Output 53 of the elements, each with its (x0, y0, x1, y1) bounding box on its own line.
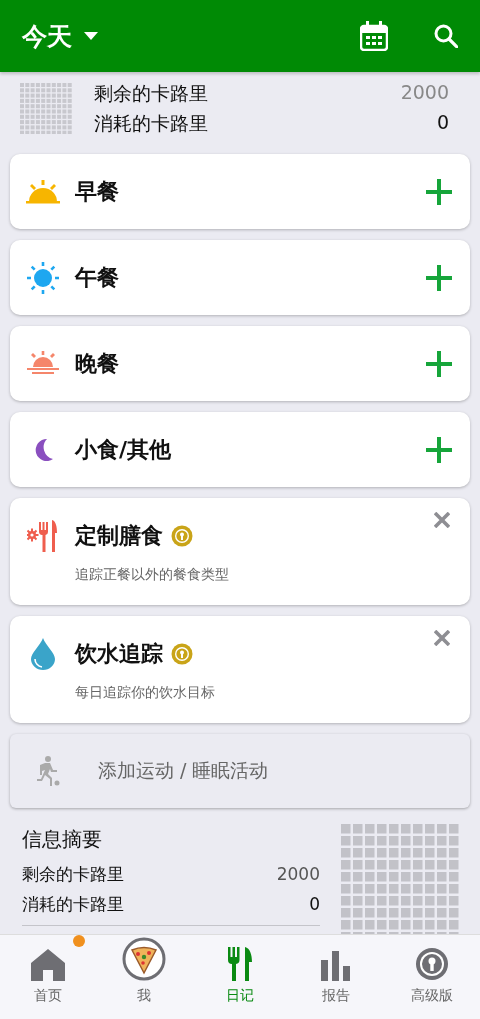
nav-tab[interactable]: 首页 (0, 935, 96, 1019)
dropdown-caret-icon[interactable] (84, 32, 98, 40)
feature-card[interactable]: 定制膳食 追踪正餐以外的餐食类型 (10, 498, 470, 605)
meal-card[interactable]: 早餐 (10, 154, 470, 229)
water-drop-icon (31, 638, 55, 670)
add-icon[interactable] (426, 350, 452, 377)
close-icon[interactable] (434, 630, 450, 646)
sun-icon (27, 261, 59, 294)
placeholder-grid-icon (341, 824, 459, 934)
meal-card[interactable]: 小食/其他 (10, 412, 470, 487)
search-icon[interactable] (434, 24, 458, 48)
sunrise-icon (26, 179, 60, 204)
summary-value: 2000 (276, 864, 320, 884)
feature-description: 每日追踪你的饮水目标 (75, 684, 216, 702)
calorie-label: 剩余的卡路里 (93, 80, 208, 106)
premium-lock-icon (415, 947, 449, 981)
cutlery-icon (228, 947, 252, 981)
meal-name: 早餐 (75, 177, 119, 206)
feature-card[interactable]: 饮水追踪 每日追踪你的饮水目标 (10, 616, 470, 723)
date-title[interactable]: 今天 (22, 19, 72, 53)
meal-name: 午餐 (75, 263, 119, 292)
summary-value: 0 (309, 894, 320, 914)
nav-tab[interactable]: 日记 (192, 935, 288, 1019)
sunset-icon (27, 350, 59, 377)
summary-label: 消耗的卡路里 (22, 892, 124, 916)
summary-title: 信息摘要 (22, 826, 103, 853)
close-icon[interactable] (434, 512, 450, 528)
running-person-icon (36, 756, 60, 786)
bar-chart-icon (321, 951, 351, 981)
calorie-value: 2000 (400, 80, 449, 105)
home-icon (31, 949, 65, 981)
add-icon[interactable] (426, 264, 452, 291)
feature-description: 追踪正餐以外的餐食类型 (75, 566, 230, 584)
meal-card[interactable]: 晚餐 (10, 326, 470, 401)
meal-name: 晚餐 (75, 349, 119, 378)
calendar-icon[interactable] (360, 21, 388, 51)
calorie-value: 0 (436, 110, 449, 135)
add-icon[interactable] (426, 178, 452, 205)
pizza-avatar-icon (122, 937, 166, 981)
crescent-moon-icon (33, 437, 53, 462)
add-icon[interactable] (426, 436, 452, 463)
meal-card[interactable]: 午餐 (10, 240, 470, 315)
nav-tab[interactable]: 高级版 (384, 935, 480, 1019)
feature-name: 饮水追踪 (75, 640, 163, 668)
feature-name: 定制膳食 (75, 522, 163, 550)
cutlery-gear-icon (27, 519, 59, 553)
add-exercise-button[interactable]: 添加运动 / 睡眠活动 (10, 734, 470, 808)
nav-tab[interactable]: 报告 (288, 935, 384, 1019)
nav-tab[interactable]: 我 (96, 935, 192, 1019)
calorie-label: 消耗的卡路里 (93, 110, 208, 136)
placeholder-grid-icon (20, 82, 72, 135)
meal-name: 小食/其他 (75, 435, 172, 464)
summary-label: 剩余的卡路里 (22, 862, 124, 886)
